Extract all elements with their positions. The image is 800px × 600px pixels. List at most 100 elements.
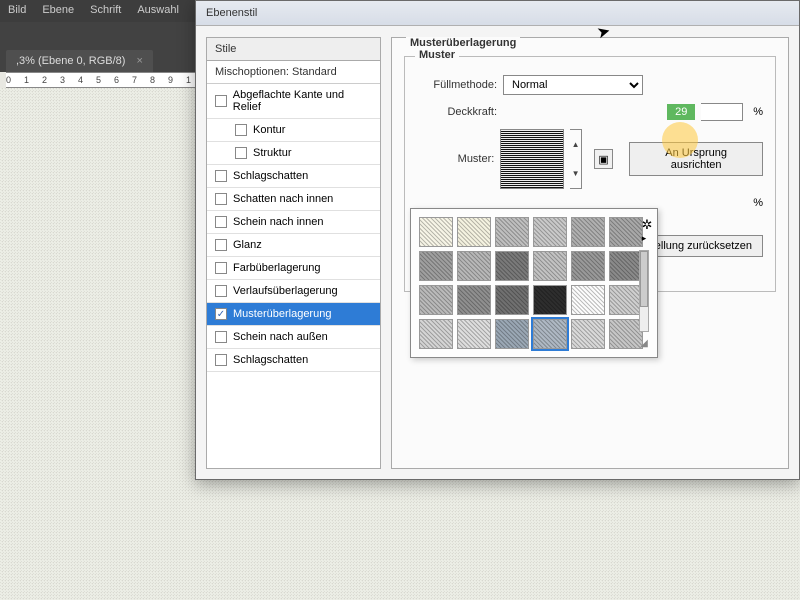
ruler-mark: 4 (78, 75, 83, 85)
pattern-swatch[interactable] (533, 251, 567, 281)
style-item-label: Glanz (233, 239, 262, 251)
checkbox[interactable] (215, 331, 227, 343)
pattern-swatch[interactable] (457, 251, 491, 281)
pattern-swatch[interactable] (495, 285, 529, 315)
ruler-mark: 9 (168, 75, 173, 85)
pattern-swatch[interactable] (495, 217, 529, 247)
pattern-grid (419, 217, 649, 349)
ruler-mark: 3 (60, 75, 65, 85)
gear-icon[interactable]: ✲ (642, 217, 653, 233)
style-item-label: Verlaufsüberlagerung (233, 285, 338, 297)
pattern-swatch[interactable] (457, 217, 491, 247)
pattern-swatch[interactable] (419, 319, 453, 349)
style-item[interactable]: Verlaufsüberlagerung (207, 280, 380, 303)
close-icon[interactable]: × (137, 55, 143, 67)
ruler-mark: 6 (114, 75, 119, 85)
style-item[interactable]: Schlagschatten (207, 165, 380, 188)
style-item[interactable]: Schein nach innen (207, 211, 380, 234)
style-item-label: Schlagschatten (233, 170, 308, 182)
blend-options-row[interactable]: Mischoptionen: Standard (207, 61, 380, 84)
checkbox[interactable] (215, 193, 227, 205)
menu-item[interactable]: Bild (8, 4, 26, 18)
pattern-swatch[interactable] (571, 285, 605, 315)
checkbox[interactable] (215, 262, 227, 274)
pattern-stepper[interactable]: ▲▼ (570, 129, 582, 189)
checkbox[interactable] (215, 95, 227, 107)
style-item[interactable]: Glanz (207, 234, 380, 257)
style-item-label: Kontur (253, 124, 285, 136)
dialog-title[interactable]: Ebenenstil (196, 1, 799, 26)
pattern-swatch[interactable] (571, 319, 605, 349)
pattern-swatch[interactable] (495, 251, 529, 281)
menu-item[interactable]: Schrift (90, 4, 121, 18)
layer-style-dialog: Ebenenstil Stile Mischoptionen: Standard… (195, 0, 800, 480)
style-item-label: Farbüberlagerung (233, 262, 320, 274)
ruler-mark: 1 (24, 75, 29, 85)
checkbox[interactable] (215, 354, 227, 366)
style-item-label: Schatten nach innen (233, 193, 333, 205)
ruler-mark: 5 (96, 75, 101, 85)
snap-origin-button[interactable]: An Ursprung ausrichten (629, 142, 763, 176)
pattern-swatch[interactable] (419, 251, 453, 281)
menu-item[interactable]: Auswahl (137, 4, 179, 18)
checkbox[interactable] (215, 170, 227, 182)
style-item[interactable]: Struktur (207, 142, 380, 165)
style-item[interactable]: Schlagschatten (207, 349, 380, 372)
styles-header[interactable]: Stile (207, 38, 380, 61)
pattern-swatch[interactable] (533, 285, 567, 315)
style-item[interactable]: Farbüberlagerung (207, 257, 380, 280)
ruler-mark: 7 (132, 75, 137, 85)
style-item-label: Musterüberlagerung (233, 308, 331, 320)
styles-list: Stile Mischoptionen: Standard Abgeflacht… (206, 37, 381, 469)
opacity-slider-track[interactable] (701, 103, 743, 121)
pattern-swatch[interactable] (419, 285, 453, 315)
scale-unit: % (753, 197, 763, 209)
pattern-swatch[interactable] (571, 217, 605, 247)
style-item[interactable]: Schatten nach innen (207, 188, 380, 211)
pattern-swatch[interactable] (533, 319, 567, 349)
pattern-swatch[interactable] (571, 251, 605, 281)
menu-item[interactable]: Ebene (42, 4, 74, 18)
opacity-label: Deckkraft: (417, 106, 497, 118)
group-subtitle: Muster (415, 49, 459, 61)
pattern-swatch[interactable] (457, 285, 491, 315)
pattern-preview[interactable] (500, 129, 564, 189)
chevron-down-icon[interactable]: ▼ (570, 159, 581, 188)
style-item-label: Schein nach innen (233, 216, 324, 228)
fill-mode-select[interactable]: Normal (503, 75, 643, 95)
pattern-swatch[interactable] (457, 319, 491, 349)
document-tab[interactable]: ,3% (Ebene 0, RGB/8) × (6, 50, 153, 72)
style-item-label: Abgeflachte Kante und Relief (233, 89, 372, 113)
fill-mode-label: Füllmethode: (417, 79, 497, 91)
triangle-icon[interactable]: ▸ (642, 233, 647, 244)
checkbox[interactable] (215, 308, 227, 320)
style-item[interactable]: Musterüberlagerung (207, 303, 380, 326)
opacity-unit: % (753, 106, 763, 118)
pattern-swatch[interactable] (533, 217, 567, 247)
style-item-label: Struktur (253, 147, 292, 159)
ruler-mark: 1 (186, 75, 191, 85)
resize-grip-icon[interactable]: ◢ (640, 338, 648, 349)
opacity-input[interactable] (667, 104, 695, 120)
ruler-mark: 2 (42, 75, 47, 85)
pattern-label: Muster: (417, 153, 494, 165)
checkbox[interactable] (215, 216, 227, 228)
pattern-swatch[interactable] (419, 217, 453, 247)
checkbox[interactable] (235, 124, 247, 136)
checkbox[interactable] (215, 239, 227, 251)
chevron-up-icon[interactable]: ▲ (570, 130, 581, 159)
scrollbar[interactable] (639, 250, 649, 332)
style-item[interactable]: Kontur (207, 119, 380, 142)
checkbox[interactable] (235, 147, 247, 159)
document-tab-label: ,3% (Ebene 0, RGB/8) (16, 55, 125, 67)
style-item-label: Schein nach außen (233, 331, 328, 343)
ruler-mark: 0 (6, 75, 11, 85)
checkbox[interactable] (215, 285, 227, 297)
style-item[interactable]: Abgeflachte Kante und Relief (207, 84, 380, 119)
pattern-picker: ✲ ▸ ◢ (410, 208, 658, 358)
new-preset-icon[interactable]: ▣ (594, 149, 613, 169)
panel-title: Musterüberlagerung (406, 37, 520, 49)
pattern-swatch[interactable] (495, 319, 529, 349)
style-item[interactable]: Schein nach außen (207, 326, 380, 349)
style-settings-panel: Musterüberlagerung Muster Füllmethode: N… (391, 37, 789, 469)
